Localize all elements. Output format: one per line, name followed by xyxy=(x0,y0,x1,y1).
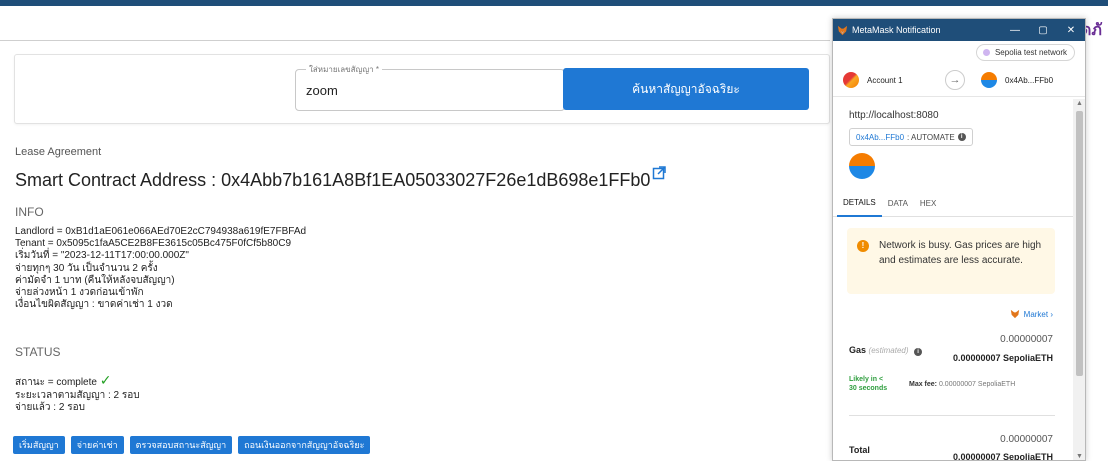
window-controls: — ▢ ✕ xyxy=(1001,19,1085,41)
contract-tag-label: : AUTOMATE xyxy=(907,132,955,142)
contract-number-input[interactable]: zoom xyxy=(306,83,338,98)
metamask-scrollbar[interactable]: ▲ ▼ xyxy=(1073,99,1085,460)
total-value-eth: 0.00000007 SepoliaETH xyxy=(952,452,1053,461)
total-value: 0.00000007 xyxy=(1000,434,1053,445)
check-icon: ✓ xyxy=(99,372,112,388)
gas-info-icon[interactable]: i xyxy=(914,348,923,356)
info-landlord: Landlord = 0xB1d1aE061e066AEd70E2cC79493… xyxy=(15,226,307,237)
external-link-icon[interactable] xyxy=(652,164,667,185)
minimize-icon[interactable]: — xyxy=(1001,19,1029,41)
status-state-text: สถานะ = complete xyxy=(15,377,97,388)
scroll-down-icon[interactable]: ▼ xyxy=(1076,453,1083,460)
to-account[interactable]: 0x4Ab...FFb0 xyxy=(981,72,1053,88)
contract-number-field[interactable]: ใส่หมายเลขสัญญา * zoom xyxy=(295,63,565,111)
info-deposit: ค่ามัดจำ 1 บาท (คืนให้หลังจบสัญญา) xyxy=(15,274,175,286)
app-top-bar xyxy=(0,0,1108,6)
total-label: Total xyxy=(849,445,870,455)
status-duration: ระยะเวลาตามสัญญา : 2 รอบ xyxy=(15,389,140,401)
contract-address-text: Smart Contract Address : 0x4Abb7b161A8Bf… xyxy=(15,170,651,190)
action-buttons: เริ่มสัญญา จ่ายค่าเช่า ตรวจสอบสถานะสัญญา… xyxy=(13,436,371,454)
contract-number-label: ใส่หมายเลขสัญญา * xyxy=(306,63,382,76)
metamask-fox-icon xyxy=(837,25,848,35)
site-origin: http://localhost:8080 xyxy=(849,110,939,121)
metamask-content: http://localhost:8080 0x4Ab...FFb0 : AUT… xyxy=(833,99,1073,461)
pay-rent-button[interactable]: จ่ายค่าเช่า xyxy=(70,436,124,454)
search-contract-button[interactable]: ค้นหาสัญญาอัจฉริยะ xyxy=(563,68,809,110)
max-fee-label: Max fee: xyxy=(909,381,938,388)
network-name: Sepolia test network xyxy=(994,48,1067,57)
fox-icon xyxy=(1010,309,1019,319)
metamask-window-title: MetaMask Notification xyxy=(852,25,941,35)
info-tenant: Tenant = 0x5095c1faA5CE2B8FE3615c05Bc475… xyxy=(15,238,292,250)
status-paid: จ่ายแล้ว : 2 รอบ xyxy=(15,402,85,413)
contract-tag-address: 0x4Ab...FFb0 xyxy=(856,132,905,142)
arrow-right-icon: → xyxy=(945,70,965,90)
warning-icon: ! xyxy=(857,240,869,252)
info-payment-schedule: จ่ายทุกๆ 30 วัน เป็นจำนวน 2 ครั้ง xyxy=(15,262,158,274)
chevron-right-icon: › xyxy=(1048,309,1053,319)
status-heading: STATUS xyxy=(15,345,61,359)
contract-avatar xyxy=(849,153,875,179)
scroll-up-icon[interactable]: ▲ xyxy=(1076,100,1083,107)
network-busy-warning: ! Network is busy. Gas prices are high a… xyxy=(847,228,1055,294)
maximize-icon[interactable]: ▢ xyxy=(1029,19,1057,41)
close-icon[interactable]: ✕ xyxy=(1057,19,1085,41)
header-divider xyxy=(0,40,830,41)
lease-title: Lease Agreement xyxy=(15,146,102,158)
max-fee: Max fee: 0.00000007 SepoliaETH xyxy=(909,381,1015,388)
search-card: ใส่หมายเลขสัญญา * zoom ค้นหาสัญญาอัจฉริย… xyxy=(14,54,830,124)
tab-details[interactable]: DETAILS xyxy=(837,191,882,217)
metamask-tabs: DETAILS DATA HEX xyxy=(833,191,1073,217)
likely-time: Likely in < 30 seconds xyxy=(849,376,888,392)
section-divider xyxy=(849,415,1055,416)
from-account[interactable]: Account 1 xyxy=(843,72,903,88)
account-row: Account 1 → 0x4Ab...FFb0 xyxy=(833,63,1085,97)
tab-data[interactable]: DATA xyxy=(882,191,914,217)
from-account-name: Account 1 xyxy=(867,75,903,85)
metamask-window: MetaMask Notification — ▢ ✕ Sepolia test… xyxy=(832,18,1086,461)
scroll-thumb[interactable] xyxy=(1076,111,1083,376)
withdraw-button[interactable]: ถอนเงินออกจากสัญญาอัจฉริยะ xyxy=(238,436,371,454)
market-link[interactable]: Market › xyxy=(1010,309,1053,319)
gas-label-text: Gas xyxy=(849,345,867,355)
network-selector[interactable]: Sepolia test network xyxy=(975,44,1075,61)
gas-label: Gas (estimated) i xyxy=(849,345,923,356)
metamask-titlebar: MetaMask Notification — ▢ ✕ xyxy=(833,19,1085,41)
market-label: Market xyxy=(1023,309,1049,319)
status-block: สถานะ = complete ✓ ระยะเวลาตามสัญญา : 2 … xyxy=(15,372,140,415)
recipient-avatar xyxy=(981,72,997,88)
network-dot-icon xyxy=(982,49,990,56)
account-avatar xyxy=(843,72,859,88)
gas-estimated: (estimated) xyxy=(868,346,909,355)
to-account-address: 0x4Ab...FFb0 xyxy=(1005,75,1054,85)
info-heading: INFO xyxy=(15,205,44,219)
info-block: Landlord = 0xB1d1aE061e066AEd70E2cC79493… xyxy=(15,226,306,311)
gas-value-eth: 0.00000007 SepoliaETH xyxy=(952,353,1053,363)
network-row: Sepolia test network xyxy=(833,41,1085,63)
info-breach-condition: เงื่อนไขผิดสัญญา : ขาดค่าเช่า 1 งวด xyxy=(15,299,173,311)
info-start-date: เริ่มวันที่ = "2023-12-11T17:00:00.000Z" xyxy=(15,250,189,262)
max-fee-value: 0.00000007 SepoliaETH xyxy=(938,381,1016,388)
start-contract-button[interactable]: เริ่มสัญญา xyxy=(13,436,65,454)
tab-hex[interactable]: HEX xyxy=(914,191,942,217)
contract-address: Smart Contract Address : 0x4Abb7b161A8Bf… xyxy=(15,164,667,191)
gas-value: 0.00000007 xyxy=(1000,334,1053,345)
check-status-button[interactable]: ตรวจสอบสถานะสัญญา xyxy=(129,436,233,454)
warning-text: Network is busy. Gas prices are high and… xyxy=(879,240,1042,266)
contract-tag[interactable]: 0x4Ab...FFb0 : AUTOMATE i xyxy=(849,128,973,146)
status-state: สถานะ = complete ✓ xyxy=(15,372,140,390)
info-advance: จ่ายล่วงหน้า 1 งวดก่อนเข้าพัก xyxy=(15,287,144,299)
info-icon[interactable]: i xyxy=(957,133,966,141)
